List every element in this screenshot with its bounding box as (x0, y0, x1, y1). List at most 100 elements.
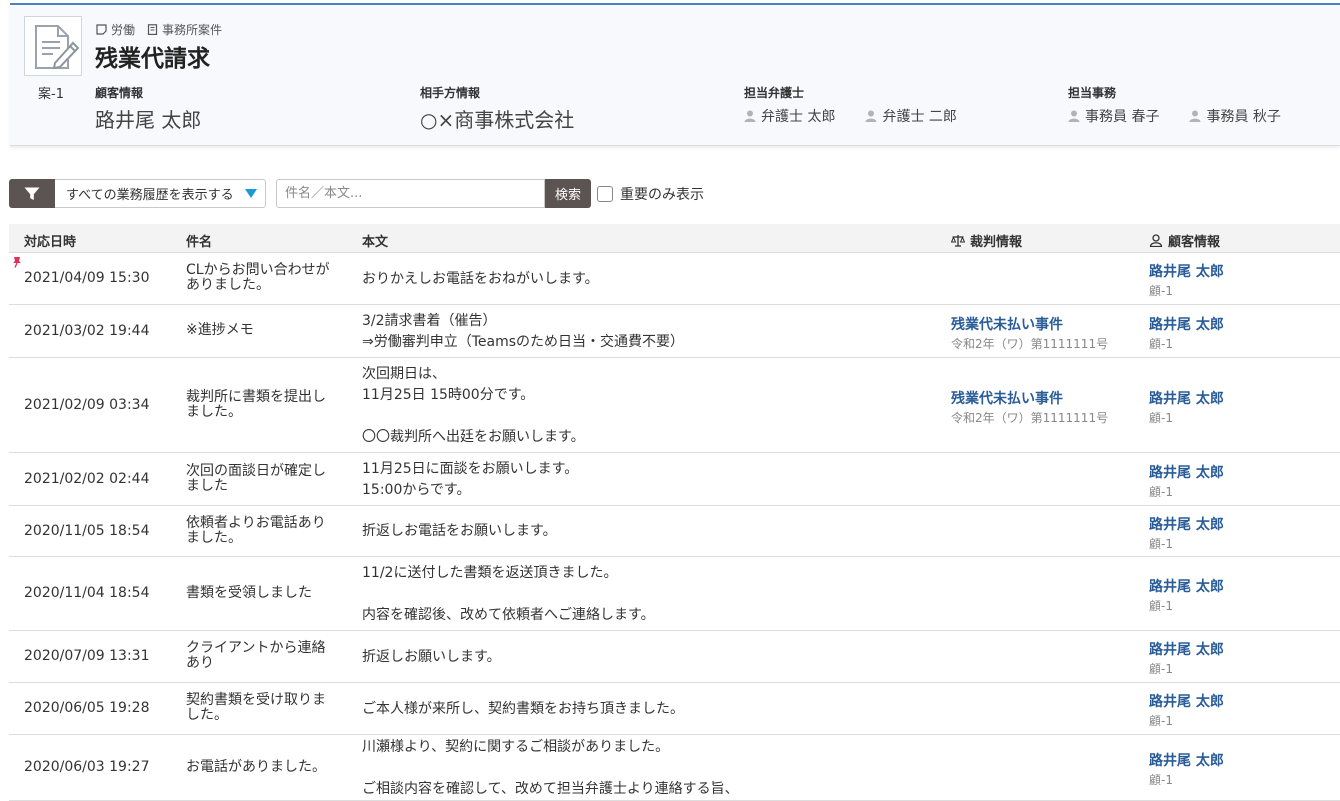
client-link[interactable]: 路井尾 太郎 (1149, 462, 1224, 482)
row-body: 折返しお電話をお願いします。 (362, 521, 557, 542)
opponent-info-label: 相手方情報 (420, 86, 481, 100)
row-body: 3/2請求書着（催告） ⇒労働審判申立（Teamsのため日当・交通費不要） (362, 311, 684, 353)
staff-info: 担当事務 事務員 春子 事務員 秋子 (1068, 84, 1281, 126)
column-header-subject[interactable]: 件名 (186, 231, 212, 250)
row-subject[interactable]: 次回の面談日が確定しました (186, 463, 336, 494)
table-row[interactable]: 2020/07/09 13:31 クライアントから連絡あり 折返しお願いします。 路井… (9, 631, 1340, 683)
client-link[interactable]: 路井尾 太郎 (1149, 576, 1224, 596)
client-id: 顧-1 (1149, 536, 1173, 551)
table-row[interactable]: 2020/11/04 18:54 書類を受領しました 11/2に送付した書類を返送頂… (9, 557, 1340, 631)
client-id: 顧-1 (1149, 484, 1173, 499)
row-body-line: 川瀬様より、契約に関するご相談がありました。 (362, 738, 670, 755)
row-body-line: 内容を確認後、改めて依頼者へご連絡します。 (362, 606, 655, 623)
history-table: 対応日時 件名 本文 裁判情報 顧客情報 2021/04/09 15:30 CLか… (9, 224, 1340, 801)
row-subject[interactable]: 契約書類を受け取りました。 (186, 693, 336, 723)
funnel-icon (24, 187, 40, 200)
table-row[interactable]: 2021/02/02 02:44 次回の面談日が確定しました 11月25日に面談をお… (9, 453, 1340, 506)
important-only-checkbox[interactable] (597, 185, 613, 202)
column-header-court[interactable]: 裁判情報 (951, 231, 1022, 250)
client-link[interactable]: 路井尾 太郎 (1149, 314, 1224, 334)
note-icon (96, 24, 107, 35)
row-court-info: 残業代未払い事件 令和2年（ワ）第1111111号 (951, 388, 1108, 426)
client-link[interactable]: 路井尾 太郎 (1149, 750, 1224, 770)
row-date: 2020/11/04 18:54 (24, 585, 150, 601)
row-client-info: 路井尾 太郎顧-1 (1149, 462, 1224, 500)
table-row[interactable]: 2021/02/09 03:34 裁判所に書類を提出しました。 次回期日は、 11月2… (9, 358, 1340, 453)
filter-button[interactable] (9, 179, 55, 208)
client-link[interactable]: 路井尾 太郎 (1149, 639, 1224, 659)
row-body-line: ご相談内容を確認して、改めて担当弁護士より連絡する旨、 (362, 780, 739, 797)
row-body-line (362, 406, 585, 427)
table-row[interactable]: 2021/03/02 19:44 ※進捗メモ 3/2請求書着（催告） ⇒労働審判申立（… (9, 305, 1340, 358)
row-subject[interactable]: CLからお問い合わせがありました。 (186, 263, 336, 293)
row-court-info: 残業代未払い事件令和2年（ワ）第1111111号 (951, 314, 1108, 352)
row-date: 2020/07/09 13:31 (24, 648, 150, 664)
important-only-label[interactable]: 重要のみ表示 (620, 184, 704, 204)
row-body-line: おりかえしお電話をおねがいします。 (362, 270, 599, 287)
history-filter-select[interactable]: すべての業務履歴を表示する (55, 179, 266, 208)
scales-icon (951, 235, 965, 247)
row-body-line: 折返しお電話をお願いします。 (362, 523, 557, 539)
search-button[interactable]: 検索 (545, 179, 591, 208)
opponent-name[interactable]: ○×商事株式会社 (420, 104, 574, 133)
row-body: 11月25日に面談をお願いします。 15:00からです。 (362, 459, 578, 501)
court-case-link[interactable]: 残業代未払い事件 (951, 388, 1108, 408)
staff-1[interactable]: 事務員 春子 (1068, 106, 1159, 126)
row-subject[interactable]: 裁判所に書類を提出しました。 (186, 389, 336, 420)
row-client-info: 路井尾 太郎 顧-1 (1149, 639, 1224, 677)
lawyer-1-name: 弁護士 太郎 (761, 109, 836, 125)
row-subject[interactable]: お電話がありました。 (186, 759, 336, 775)
client-id: 顧-1 (1149, 284, 1173, 298)
row-body: 次回期日は、 11月25日 15時00分です。 〇〇裁判所へ出廷をお願いします。 (362, 364, 585, 448)
row-subject[interactable]: 依頼者よりお電話ありました。 (186, 515, 336, 546)
row-body-line: ご本人様が来所し、契約書類をお持ち頂きました。 (362, 700, 684, 717)
column-header-date[interactable]: 対応日時 (24, 231, 76, 250)
table-row[interactable]: 2020/06/03 19:27 お電話がありました。 川瀬様より、契約に関するご相… (9, 735, 1340, 801)
person-icon (865, 110, 877, 122)
history-toolbar: すべての業務履歴を表示する 検索 重要のみ表示 (9, 179, 704, 208)
client-info-label: 顧客情報 (95, 86, 144, 100)
lawyer-2[interactable]: 弁護士 二郎 (865, 106, 957, 126)
court-case-link[interactable]: 残業代未払い事件 (951, 314, 1108, 334)
table-row[interactable]: 2020/11/05 18:54 依頼者よりお電話ありました。 折返しお電話をお願い… (9, 506, 1340, 557)
staff-2[interactable]: 事務員 秋子 (1189, 106, 1281, 126)
lawyer-1[interactable]: 弁護士 太郎 (744, 106, 835, 126)
staff-label: 担当事務 (1068, 86, 1117, 100)
client-info: 顧客情報 路井尾 太郎 (95, 84, 201, 133)
client-link[interactable]: 路井尾 太郎 (1149, 388, 1224, 408)
row-body: ご本人様が来所し、契約書類をお持ち頂きました。 (362, 699, 684, 720)
table-header: 対応日時 件名 本文 裁判情報 顧客情報 (9, 224, 1340, 253)
table-row[interactable]: 2020/06/05 19:28 契約書類を受け取りました。 ご本人様が来所し、契約… (9, 683, 1340, 735)
person-icon (744, 110, 756, 122)
row-body-line: 15:00からです。 (362, 481, 471, 498)
client-id: 顧-1 (1149, 714, 1173, 728)
row-body-line: 11月25日に面談をお願いします。 (362, 460, 579, 477)
row-client-info: 路井尾 太郎 顧-1 (1149, 314, 1224, 352)
search-input[interactable] (276, 179, 545, 208)
client-link[interactable]: 路井尾 太郎 (1149, 261, 1224, 281)
table-row[interactable]: 2021/04/09 15:30 CLからお問い合わせがありました。 おりかえしお電… (9, 253, 1340, 305)
row-body-line: 折返しお願いします。 (362, 648, 501, 665)
court-case-number: 令和2年（ワ）第1111111号 (951, 336, 1109, 351)
row-subject[interactable]: クライアントから連絡あり (186, 641, 336, 671)
client-link[interactable]: 路井尾 太郎 (1149, 514, 1224, 534)
column-header-body[interactable]: 本文 (362, 231, 388, 250)
person-icon (1189, 110, 1201, 122)
staff-1-name: 事務員 春子 (1085, 109, 1160, 125)
row-body-line (362, 758, 739, 779)
row-subject[interactable]: ※進捗メモ (186, 323, 336, 338)
row-client-info: 路井尾 太郎 顧-1 (1149, 576, 1224, 614)
row-body-line: 3/2請求書着（催告） (362, 312, 497, 329)
case-title: 残業代請求 (95, 46, 210, 72)
client-link[interactable]: 路井尾 太郎 (1149, 691, 1224, 711)
building-icon (147, 24, 158, 35)
pin-icon (13, 257, 21, 268)
row-subject[interactable]: 書類を受領しました (186, 585, 336, 601)
row-body-line: 11/2に送付した書類を返送頂きました。 (362, 564, 618, 581)
column-header-client[interactable]: 顧客情報 (1149, 231, 1220, 250)
row-body: 川瀬様より、契約に関するご相談がありました。ご相談内容を確認して、改めて担当弁護… (362, 737, 739, 800)
case-header: 案-1 労働 事務所案件 残業代請求 顧客情報 路井尾 太郎 相手方情報 ○×商… (10, 5, 1340, 146)
client-name[interactable]: 路井尾 太郎 (95, 104, 201, 133)
case-tags: 労働 事務所案件 (96, 21, 222, 38)
table-body: 2021/04/09 15:30 CLからお問い合わせがありました。 おりかえしお電… (9, 253, 1340, 801)
